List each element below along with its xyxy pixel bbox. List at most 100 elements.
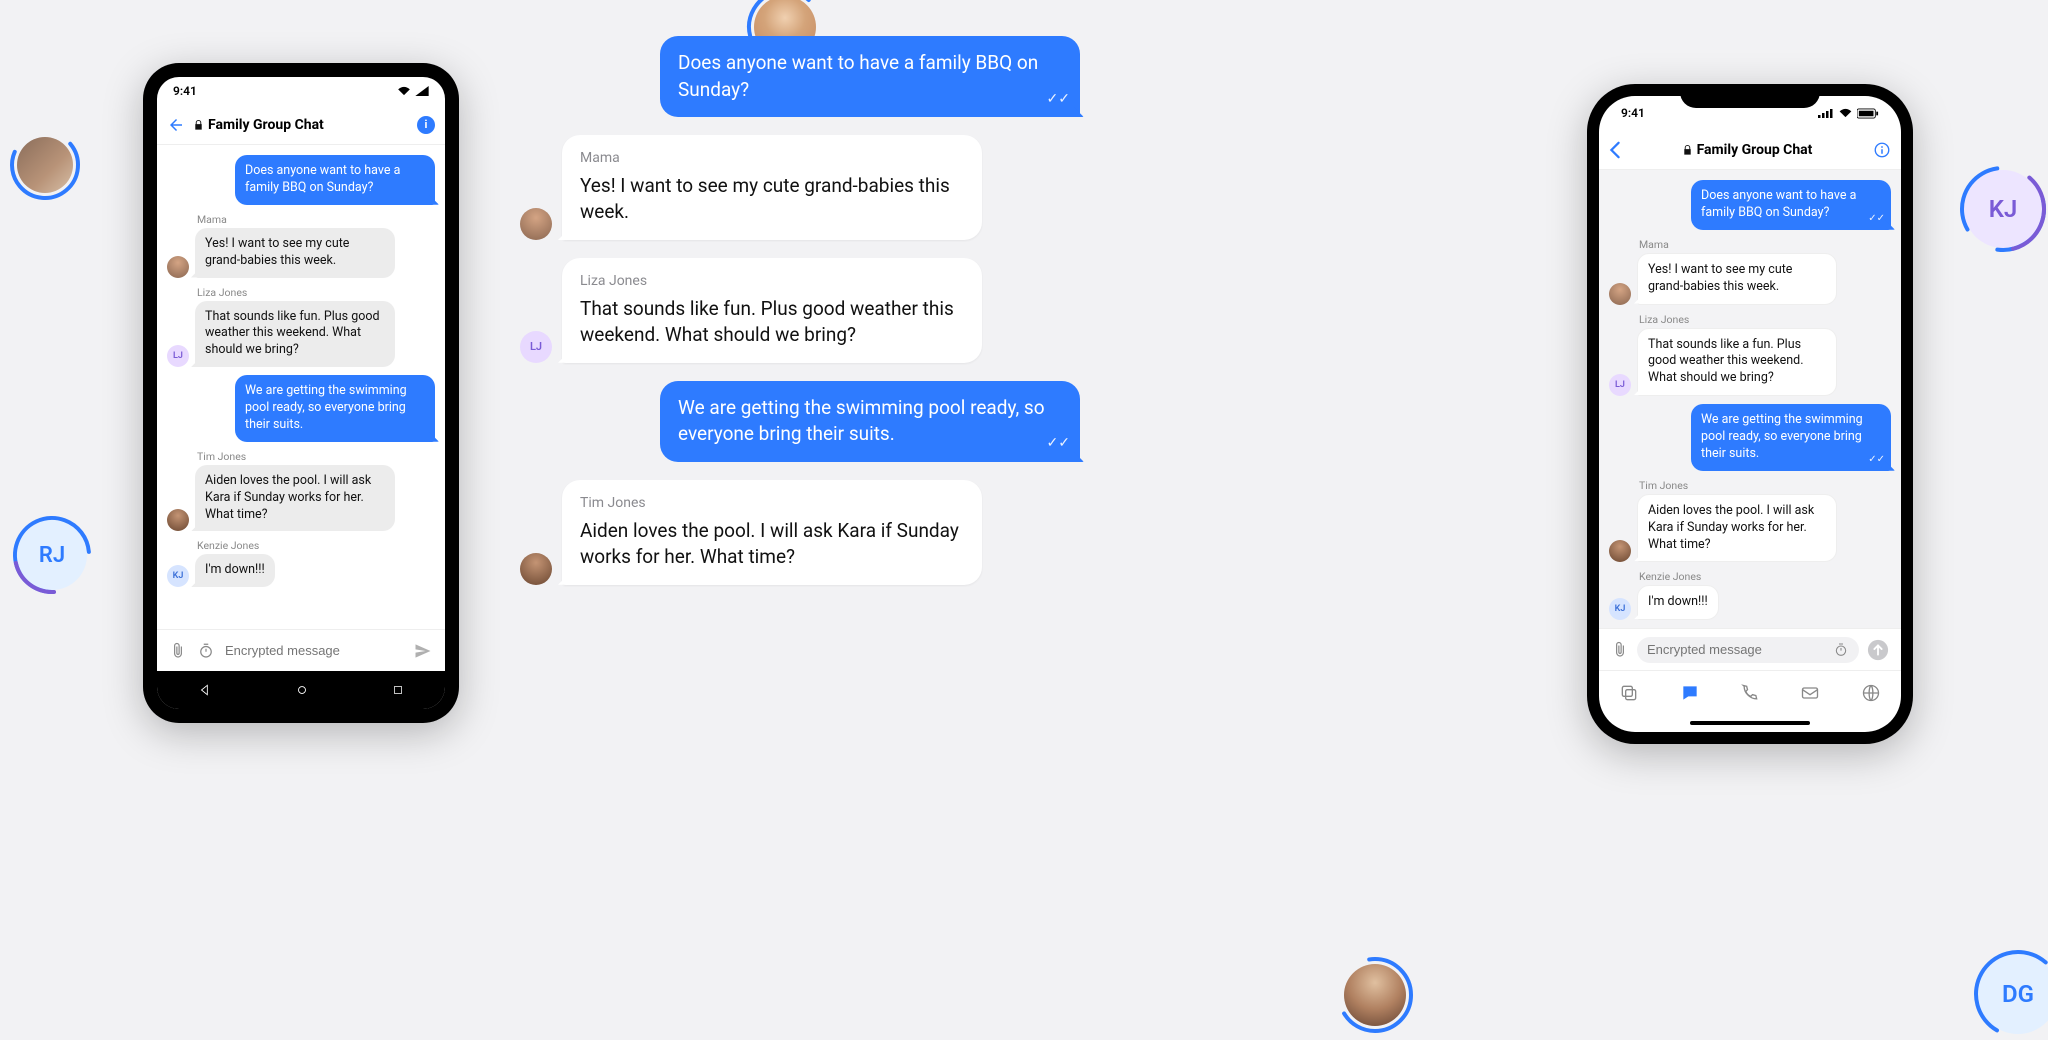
signal-icon	[415, 86, 429, 96]
floating-avatar-photo-bottom	[1340, 960, 1410, 1030]
wifi-icon	[397, 86, 411, 96]
message-row: Does anyone want to have a family BBQ on…	[167, 155, 435, 205]
message-sender: Liza Jones	[197, 286, 435, 299]
send-button[interactable]	[1867, 639, 1889, 661]
avatar-tim[interactable]	[167, 509, 189, 531]
message-sender: Mama	[197, 213, 435, 226]
message-bubble-in[interactable]: Liza Jones That sounds like fun. Plus go…	[562, 258, 982, 363]
avatar-tim[interactable]	[1609, 540, 1631, 562]
attachment-button[interactable]	[1611, 641, 1629, 659]
composer	[157, 629, 445, 671]
iphone: 9:41 Family Group Chat Does anyone want …	[1587, 84, 1913, 744]
wifi-icon	[1838, 108, 1853, 118]
attachment-button[interactable]	[169, 642, 187, 660]
message-input[interactable]	[225, 643, 403, 658]
status-time: 9:41	[173, 84, 197, 98]
message-bubble-in[interactable]: Yes! I want to see my cute grand-babies …	[1637, 253, 1837, 305]
message-sender: Liza Jones	[1639, 313, 1891, 326]
message-sender: Kenzie Jones	[1639, 570, 1891, 583]
ios-tabbar	[1599, 670, 1901, 714]
avatar-tim[interactable]	[520, 553, 552, 585]
message-bubble-in[interactable]: Tim Jones Aiden loves the pool. I will a…	[562, 480, 982, 585]
lock-icon	[1682, 144, 1693, 156]
avatar-mama[interactable]	[167, 256, 189, 278]
message-row: Yes! I want to see my cute grand-babies …	[1609, 253, 1891, 305]
signal-icon	[1818, 108, 1834, 118]
android-phone: 9:41 Family Group Chat i Does anyone wan…	[143, 63, 459, 723]
battery-icon	[1857, 108, 1879, 119]
nav-recent[interactable]	[392, 684, 404, 696]
message-bubble-in[interactable]: Mama Yes! I want to see my cute grand-ba…	[562, 135, 982, 240]
message-bubble-in[interactable]: I'm down!!!	[1637, 585, 1719, 620]
message-bubble-out[interactable]: Does anyone want to have a family BBQ on…	[235, 155, 435, 205]
message-row: KJ I'm down!!!	[1609, 585, 1891, 620]
message-bubble-in[interactable]: Yes! I want to see my cute grand-babies …	[195, 228, 395, 278]
info-button[interactable]	[1873, 141, 1891, 159]
avatar-kj[interactable]: KJ	[167, 565, 189, 587]
message-sender: Tim Jones	[1639, 479, 1891, 492]
tab-copy[interactable]	[1619, 683, 1639, 703]
read-ticks-icon: ✓✓	[1868, 212, 1885, 226]
message-bubble-in[interactable]: That sounds like fun. Plus good weather …	[195, 301, 395, 368]
message-row: We are getting the swimming pool ready, …	[520, 381, 1080, 462]
lock-icon	[193, 119, 204, 131]
message-bubble-out[interactable]: Does anyone want to have a family BBQ on…	[660, 36, 1080, 117]
message-bubble-out[interactable]: We are getting the swimming pool ready, …	[1691, 404, 1891, 471]
message-row: We are getting the swimming pool ready, …	[1609, 404, 1891, 471]
tab-web[interactable]	[1861, 683, 1881, 703]
message-sender: Mama	[1639, 238, 1891, 251]
status-bar: 9:41	[157, 77, 445, 105]
message-bubble-out[interactable]: Does anyone want to have a family BBQ on…	[1691, 180, 1891, 230]
message-bubble-in[interactable]: Aiden loves the pool. I will ask Kara if…	[195, 465, 395, 532]
avatar-mama[interactable]	[520, 208, 552, 240]
message-sender: Mama	[580, 149, 964, 169]
back-button[interactable]	[1609, 141, 1621, 159]
messages-android: Does anyone want to have a family BBQ on…	[157, 145, 445, 629]
chat-header: Family Group Chat	[1599, 130, 1901, 170]
floating-avatar-rj: RJ	[17, 520, 87, 590]
status-time: 9:41	[1621, 106, 1645, 120]
message-sender: Tim Jones	[580, 494, 964, 514]
composer	[1599, 628, 1901, 670]
message-sender: Tim Jones	[197, 450, 435, 463]
avatar-lj[interactable]: LJ	[520, 331, 552, 363]
floating-avatar-photo	[10, 130, 80, 200]
message-bubble-out[interactable]: We are getting the swimming pool ready, …	[235, 375, 435, 442]
message-row: We are getting the swimming pool ready, …	[167, 375, 435, 442]
chat-header: Family Group Chat i	[157, 105, 445, 145]
read-ticks-icon: ✓✓	[1047, 434, 1070, 454]
avatar-mama[interactable]	[1609, 283, 1631, 305]
tab-mail[interactable]	[1800, 683, 1820, 703]
message-row: KJ I'm down!!!	[167, 554, 435, 587]
message-row: LJ Liza Jones That sounds like fun. Plus…	[520, 258, 1080, 363]
avatar-lj[interactable]: LJ	[167, 345, 189, 367]
nav-back[interactable]	[198, 683, 212, 697]
message-row: Does anyone want to have a family BBQ on…	[520, 36, 1080, 117]
message-row: LJ That sounds like fun. Plus good weath…	[167, 301, 435, 368]
chat-title: Family Group Chat	[193, 117, 324, 133]
message-row: Does anyone want to have a family BBQ on…	[1609, 180, 1891, 230]
floating-avatar-dg: DG	[1978, 954, 2048, 1034]
message-bubble-in[interactable]: That sounds like a fun. Plus good weathe…	[1637, 328, 1837, 397]
tab-calls[interactable]	[1740, 683, 1760, 703]
messages-ios: Does anyone want to have a family BBQ on…	[1599, 170, 1901, 628]
center-conversation: Does anyone want to have a family BBQ on…	[520, 36, 1080, 585]
message-bubble-out[interactable]: We are getting the swimming pool ready, …	[660, 381, 1080, 462]
read-ticks-icon: ✓✓	[1047, 90, 1070, 110]
message-input[interactable]	[1647, 642, 1825, 657]
send-button[interactable]	[413, 641, 433, 661]
message-bubble-in[interactable]: I'm down!!!	[195, 554, 275, 587]
message-bubble-in[interactable]: Aiden loves the pool. I will ask Kara if…	[1637, 494, 1837, 563]
timer-button[interactable]	[1833, 642, 1849, 658]
back-button[interactable]	[167, 116, 185, 134]
message-row: Mama Yes! I want to see my cute grand-ba…	[520, 135, 1080, 240]
home-indicator[interactable]	[1599, 714, 1901, 732]
info-button[interactable]: i	[417, 116, 435, 134]
nav-home[interactable]	[295, 683, 309, 697]
avatar-kj[interactable]: KJ	[1609, 598, 1631, 620]
message-row: Aiden loves the pool. I will ask Kara if…	[167, 465, 435, 532]
timer-button[interactable]	[197, 642, 215, 660]
avatar-lj[interactable]: LJ	[1609, 374, 1631, 396]
message-sender: Liza Jones	[580, 272, 964, 292]
tab-chat[interactable]	[1680, 683, 1700, 703]
